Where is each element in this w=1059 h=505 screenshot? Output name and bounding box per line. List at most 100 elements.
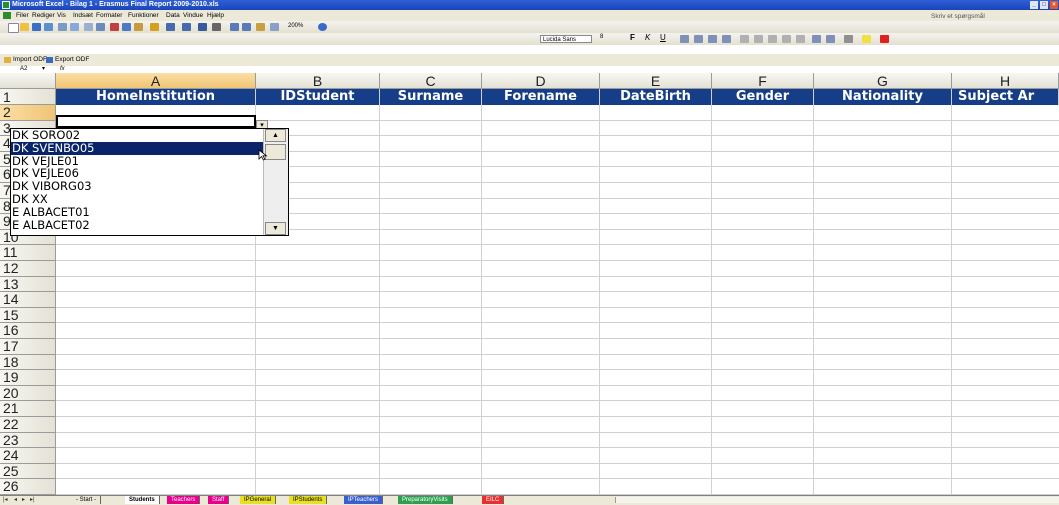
decrease-indent-icon[interactable] [812,35,821,43]
header-cell-forename[interactable]: Forename [482,89,600,105]
row-header[interactable]: 11 [0,245,56,261]
format-painter-icon[interactable] [150,23,159,31]
maximize-icon[interactable]: □ [1040,1,1048,9]
save-icon[interactable] [32,23,41,31]
zoom-select[interactable]: 200% [288,22,303,31]
row-header[interactable]: 20 [0,385,56,402]
first-sheet-icon[interactable]: |◂ [3,496,8,504]
align-center-icon[interactable] [694,35,703,43]
bold-icon[interactable]: F [630,33,635,42]
help-icon[interactable] [318,23,327,31]
row-header[interactable]: 2 [0,104,56,121]
paste-icon[interactable] [134,23,143,31]
scroll-down-icon[interactable]: ▼ [265,222,286,235]
dropdown-scrollbar[interactable]: ▲ ▼ [263,129,288,235]
font-size-select[interactable]: 8 [600,34,603,40]
row-header[interactable]: 24 [0,448,56,464]
align-right-icon[interactable] [708,35,717,43]
insert-function-icon[interactable]: fx [60,66,65,73]
borders-icon[interactable] [844,35,853,43]
workbook-icon[interactable] [3,12,11,19]
open-icon[interactable] [20,23,29,31]
header-cell-surname[interactable]: Surname [380,89,482,105]
column-header-b[interactable]: B [256,73,380,89]
horizontal-scrollbar[interactable] [615,497,1059,503]
menu-tools[interactable]: Funktioner [128,10,159,21]
undo-icon[interactable] [166,23,175,31]
sheet-tab[interactable]: - Start - [72,496,102,504]
dropdown-option[interactable]: DK SORO02 [11,129,265,142]
name-box-dropdown-icon[interactable]: ▾ [42,66,45,73]
row-header[interactable]: 13 [0,276,56,293]
new-icon[interactable] [8,23,19,33]
currency-icon[interactable] [740,35,749,43]
row-header[interactable]: 26 [0,479,56,495]
row-header[interactable]: 22 [0,416,56,433]
increase-indent-icon[interactable] [826,35,835,43]
select-all-corner[interactable] [0,73,56,89]
cut-icon[interactable] [110,23,119,31]
header-cell-home-institution[interactable]: HomeInstitution [56,89,256,105]
dropdown-option[interactable]: E ALBACET02 [11,218,265,232]
sheet-tab[interactable]: IPGeneral [240,496,277,504]
header-cell-subject-area[interactable]: Subject Ar [952,89,1059,105]
column-header-a[interactable]: A [56,73,256,89]
last-sheet-icon[interactable]: ▸| [30,496,35,504]
header-cell-date-birth[interactable]: DateBirth [600,89,712,105]
sheet-tab[interactable]: IPStudents [289,496,328,504]
align-left-icon[interactable] [680,35,689,43]
dropdown-option[interactable]: DK XX [11,193,265,206]
name-box[interactable]: A2 [20,66,27,73]
row-header[interactable]: 16 [0,323,56,339]
dropdown-option[interactable]: DK VIBORG03 [11,180,265,193]
row-header[interactable]: 25 [0,463,56,480]
column-header-h[interactable]: H [952,73,1059,89]
header-cell-id-student[interactable]: IDStudent [256,89,380,105]
scroll-thumb[interactable] [265,144,286,160]
font-name-select[interactable]: Lucida Sans [540,35,592,43]
row-header[interactable]: 15 [0,307,56,324]
close-icon[interactable]: × [1050,1,1058,9]
validation-dropdown-list[interactable]: DK SORO02 DK SVENBO05 DK VEJLE01 DK VEJLE06… [10,128,289,236]
header-cell-nationality[interactable]: Nationality [814,89,952,105]
sheet-tab[interactable]: Students [125,496,160,504]
column-header-d[interactable]: D [482,73,600,89]
row-header[interactable]: 17 [0,338,56,355]
hyperlink-icon[interactable] [198,23,207,31]
menu-view[interactable]: Vis [57,10,66,21]
copy-icon[interactable] [122,23,131,31]
sort-descending-icon[interactable] [242,23,251,31]
minimize-icon[interactable]: _ [1030,1,1038,9]
print-preview-icon[interactable] [70,23,79,31]
prev-sheet-icon[interactable]: ◂ [14,496,17,504]
row-header[interactable]: 23 [0,432,56,449]
row-header[interactable]: 18 [0,354,56,371]
active-cell-a2[interactable] [56,115,256,128]
research-icon[interactable] [96,23,105,31]
dropdown-option[interactable]: DK SVENBO05 [11,141,265,155]
row-header[interactable]: 19 [0,370,56,386]
export-odf-button[interactable]: Export ODF [55,54,89,66]
font-color-icon[interactable] [880,35,889,43]
next-sheet-icon[interactable]: ▸ [22,496,25,504]
header-cell-gender[interactable]: Gender [712,89,814,105]
sheet-tab[interactable]: Staff [208,496,230,504]
sheet-tab[interactable]: EILC [482,496,505,504]
print-icon[interactable] [58,23,67,31]
dropdown-option[interactable]: E ALBACET01 [11,205,265,219]
menu-insert[interactable]: Indsæt [73,10,93,21]
column-header-f[interactable]: F [712,73,814,89]
row-header[interactable]: 21 [0,401,56,417]
increase-decimal-icon[interactable] [782,35,791,43]
percent-icon[interactable] [754,35,763,43]
autosum-icon[interactable] [212,23,221,31]
column-header-c[interactable]: C [380,73,482,89]
spelling-icon[interactable] [84,23,93,31]
scroll-up-icon[interactable]: ▲ [265,129,286,142]
sheet-tab[interactable]: IPTeachers [344,496,384,504]
menu-format[interactable]: Formater [96,10,122,21]
permission-icon[interactable] [44,23,53,31]
row-header[interactable]: 1 [0,89,56,105]
chart-wizard-icon[interactable] [256,23,265,31]
sort-ascending-icon[interactable] [230,23,239,31]
